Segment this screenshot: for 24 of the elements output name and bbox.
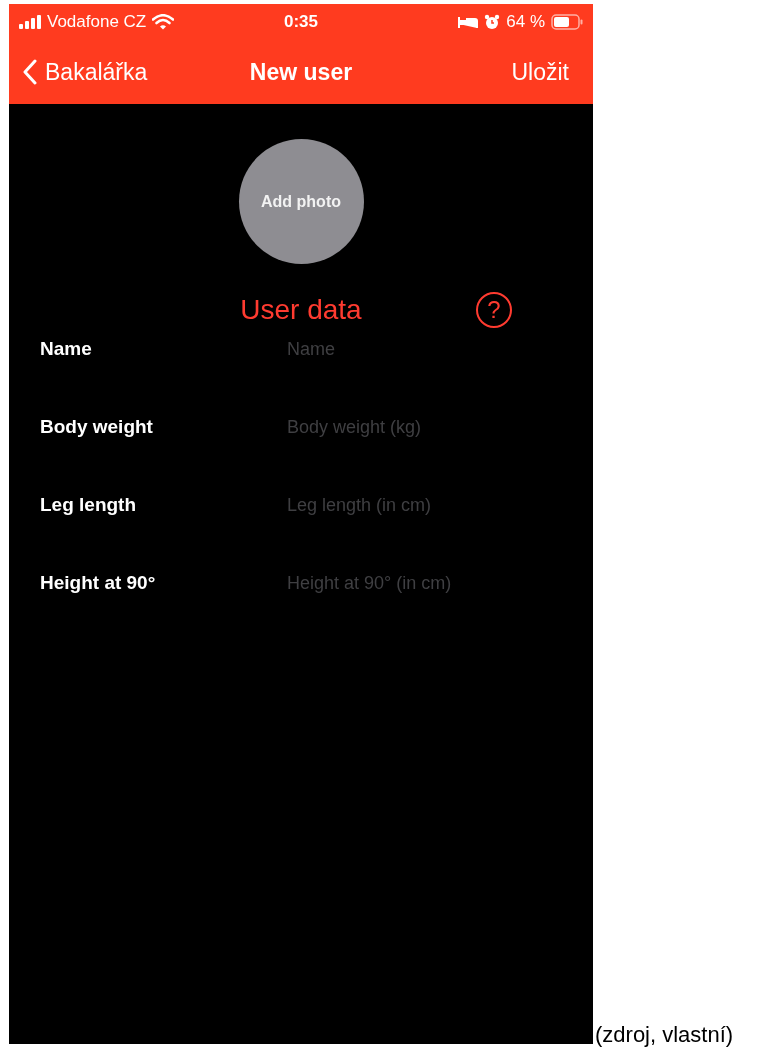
field-label: Body weight	[40, 416, 154, 438]
battery-icon	[551, 14, 583, 30]
wifi-icon	[152, 14, 175, 30]
alarm-icon	[484, 14, 501, 30]
field-label: Name	[40, 338, 93, 360]
field-label: Height at 90°	[40, 572, 157, 594]
input-field[interactable]: Height at 90° (in cm)	[287, 572, 547, 594]
section-title: User data	[240, 294, 362, 326]
status-time: 0:35	[284, 12, 318, 32]
help-button[interactable]: ?	[476, 292, 512, 328]
back-button[interactable]: Bakalářka	[23, 58, 148, 86]
battery-percent: 64 %	[506, 12, 545, 32]
screen-title: New user	[249, 58, 353, 86]
input-field[interactable]: Leg length (in cm)	[287, 494, 547, 516]
signal-icon	[19, 15, 41, 29]
caption: (zdroj, vlastní)	[595, 1022, 734, 1048]
back-chevron-icon	[23, 59, 37, 85]
field-label: Leg length	[40, 494, 138, 516]
bed-icon	[458, 16, 479, 28]
save-button[interactable]: Uložit	[511, 58, 569, 86]
add-photo-button[interactable]: Add photo	[238, 139, 364, 264]
input-field[interactable]: Name	[287, 338, 547, 360]
carrier-name: Vodafone CZ	[47, 12, 147, 32]
input-field[interactable]: Body weight (kg)	[287, 416, 547, 438]
